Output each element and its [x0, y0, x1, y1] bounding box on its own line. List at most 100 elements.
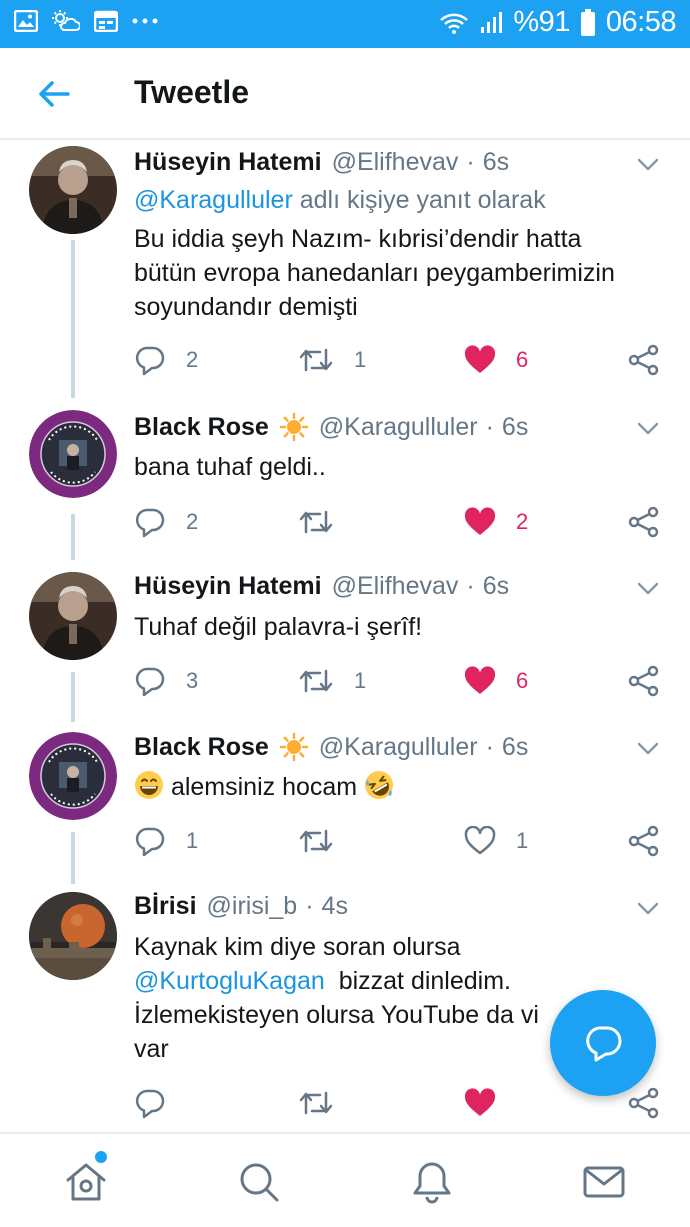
- tweet-header: Bİrisi @irisi_b · 4s: [134, 892, 348, 921]
- separator: ·: [305, 892, 314, 920]
- avatar[interactable]: [29, 410, 117, 498]
- display-name[interactable]: Black Rose: [134, 413, 269, 442]
- reply-button[interactable]: 2: [134, 340, 198, 380]
- avatar[interactable]: [29, 732, 117, 820]
- like-button[interactable]: 6: [464, 340, 528, 380]
- heart-filled-icon: [464, 666, 496, 694]
- separator: ·: [485, 732, 494, 761]
- like-button[interactable]: 2: [464, 502, 528, 542]
- retweet-icon: [299, 1091, 333, 1115]
- retweet-icon: [299, 669, 333, 693]
- display-name[interactable]: Hüseyin Hatemi: [134, 148, 322, 177]
- reply-count: 2: [186, 509, 199, 534]
- chevron-down-icon[interactable]: [636, 416, 660, 440]
- clock: 06:58: [605, 6, 677, 38]
- like-button[interactable]: 1: [464, 821, 528, 861]
- like-count: 2: [516, 509, 529, 534]
- share-button[interactable]: [628, 661, 660, 701]
- like-count: 1: [516, 828, 529, 853]
- like-button[interactable]: 6: [464, 661, 528, 701]
- retweet-button[interactable]: [298, 502, 354, 542]
- tweet-header: Black Rose @Karagulluler · 6s: [134, 732, 528, 762]
- reply-button[interactable]: [134, 1083, 186, 1123]
- sun-emoji-icon: [279, 732, 309, 762]
- tweet-text-line: soyundandır demişti: [134, 293, 358, 321]
- reply-button[interactable]: 2: [134, 502, 198, 542]
- tweet-text: alemsiniz hocam: [134, 770, 664, 804]
- tweet-header: Hüseyin Hatemi @Elifhevav · 6s: [134, 572, 509, 601]
- username[interactable]: @Elifhevav: [332, 572, 459, 601]
- thread-feed[interactable]: Hüseyin Hatemi @Elifhevav · 6s @Karagull…: [0, 142, 690, 1132]
- username[interactable]: @Elifhevav: [332, 148, 459, 177]
- timestamp: 4s: [321, 892, 348, 920]
- tweet-header: Black Rose @Karagulluler · 6s: [134, 412, 528, 442]
- share-button[interactable]: [628, 340, 660, 380]
- separator: ·: [466, 148, 475, 176]
- weather-icon: [52, 10, 80, 32]
- retweet-button[interactable]: 1: [298, 340, 366, 380]
- display-name[interactable]: Bİrisi: [134, 892, 197, 921]
- separator: ·: [485, 412, 494, 441]
- mention-link[interactable]: @KurtogluKagan: [134, 967, 325, 995]
- retweet-button[interactable]: [298, 821, 354, 861]
- share-button[interactable]: [628, 821, 660, 861]
- calendar-icon: [94, 10, 118, 32]
- username[interactable]: @Karagulluler: [319, 733, 478, 762]
- heart-outline-icon: [464, 826, 496, 855]
- timestamp: 6s: [482, 572, 510, 600]
- new-content-indicator: [95, 1151, 107, 1163]
- display-name[interactable]: Hüseyin Hatemi: [134, 572, 322, 601]
- home-icon[interactable]: [64, 1160, 108, 1204]
- tweet-header: Hüseyin Hatemi @Elifhevav · 6s: [134, 148, 509, 177]
- tweet-text: bana tuhaf geldi..: [134, 450, 664, 484]
- battery-percent: %91: [513, 6, 570, 38]
- reply-count: 2: [186, 347, 199, 372]
- retweet-icon: [299, 510, 333, 534]
- page-title: Tweetle: [134, 74, 249, 110]
- tweet-text-line: Bu iddia şeyh Nazım- kıbrisi’dendir hatt…: [134, 225, 582, 253]
- avatar[interactable]: [29, 146, 117, 234]
- avatar[interactable]: [29, 892, 117, 980]
- retweet-button[interactable]: [298, 1083, 354, 1123]
- retweet-count: 1: [354, 347, 367, 372]
- back-arrow-icon[interactable]: [34, 74, 74, 114]
- share-icon: [628, 1087, 659, 1119]
- tweet-text-line: bana tuhaf geldi..: [134, 453, 326, 481]
- tweet-text-line: Kaynak kim diye soran olursa: [134, 933, 461, 961]
- tweet-actions: 3 1 6: [134, 661, 664, 701]
- compose-reply-button[interactable]: [550, 990, 656, 1096]
- avatar[interactable]: [29, 572, 117, 660]
- thread-line: [71, 832, 75, 884]
- reply-button[interactable]: 1: [134, 821, 198, 861]
- reply-icon: [135, 346, 165, 376]
- tweet-text: Tuhaf değil palavra-i şerîf!: [134, 610, 664, 644]
- chevron-down-icon[interactable]: [636, 736, 660, 760]
- reply-button[interactable]: 3: [134, 661, 198, 701]
- thread-line: [71, 514, 75, 560]
- status-bar: %91 06:58: [0, 0, 690, 48]
- messages-icon[interactable]: [582, 1160, 626, 1204]
- username[interactable]: @Karagulluler: [319, 413, 478, 442]
- tweet-actions: 1 1: [134, 821, 664, 861]
- retweet-button[interactable]: 1: [298, 661, 366, 701]
- chevron-down-icon[interactable]: [636, 896, 660, 920]
- signal-icon: [479, 11, 503, 35]
- app-bar: Tweetle: [0, 48, 690, 140]
- share-button[interactable]: [628, 502, 660, 542]
- mention-link[interactable]: @Karagulluler: [134, 186, 293, 214]
- share-button[interactable]: [628, 1083, 660, 1123]
- like-count: 6: [516, 668, 529, 693]
- search-icon[interactable]: [237, 1160, 281, 1204]
- chevron-down-icon[interactable]: [636, 576, 660, 600]
- like-button[interactable]: [464, 1083, 516, 1123]
- reply-count: 1: [186, 828, 199, 853]
- tweet-actions: 2 1 6: [134, 340, 664, 380]
- username[interactable]: @irisi_b: [207, 892, 298, 921]
- reply-count: 3: [186, 668, 199, 693]
- more-dots-icon: [132, 17, 158, 25]
- display-name[interactable]: Black Rose: [134, 733, 269, 762]
- notifications-icon[interactable]: [410, 1160, 454, 1204]
- grinning-emoji-icon: [135, 771, 163, 799]
- retweet-count: 1: [354, 668, 367, 693]
- chevron-down-icon[interactable]: [636, 152, 660, 176]
